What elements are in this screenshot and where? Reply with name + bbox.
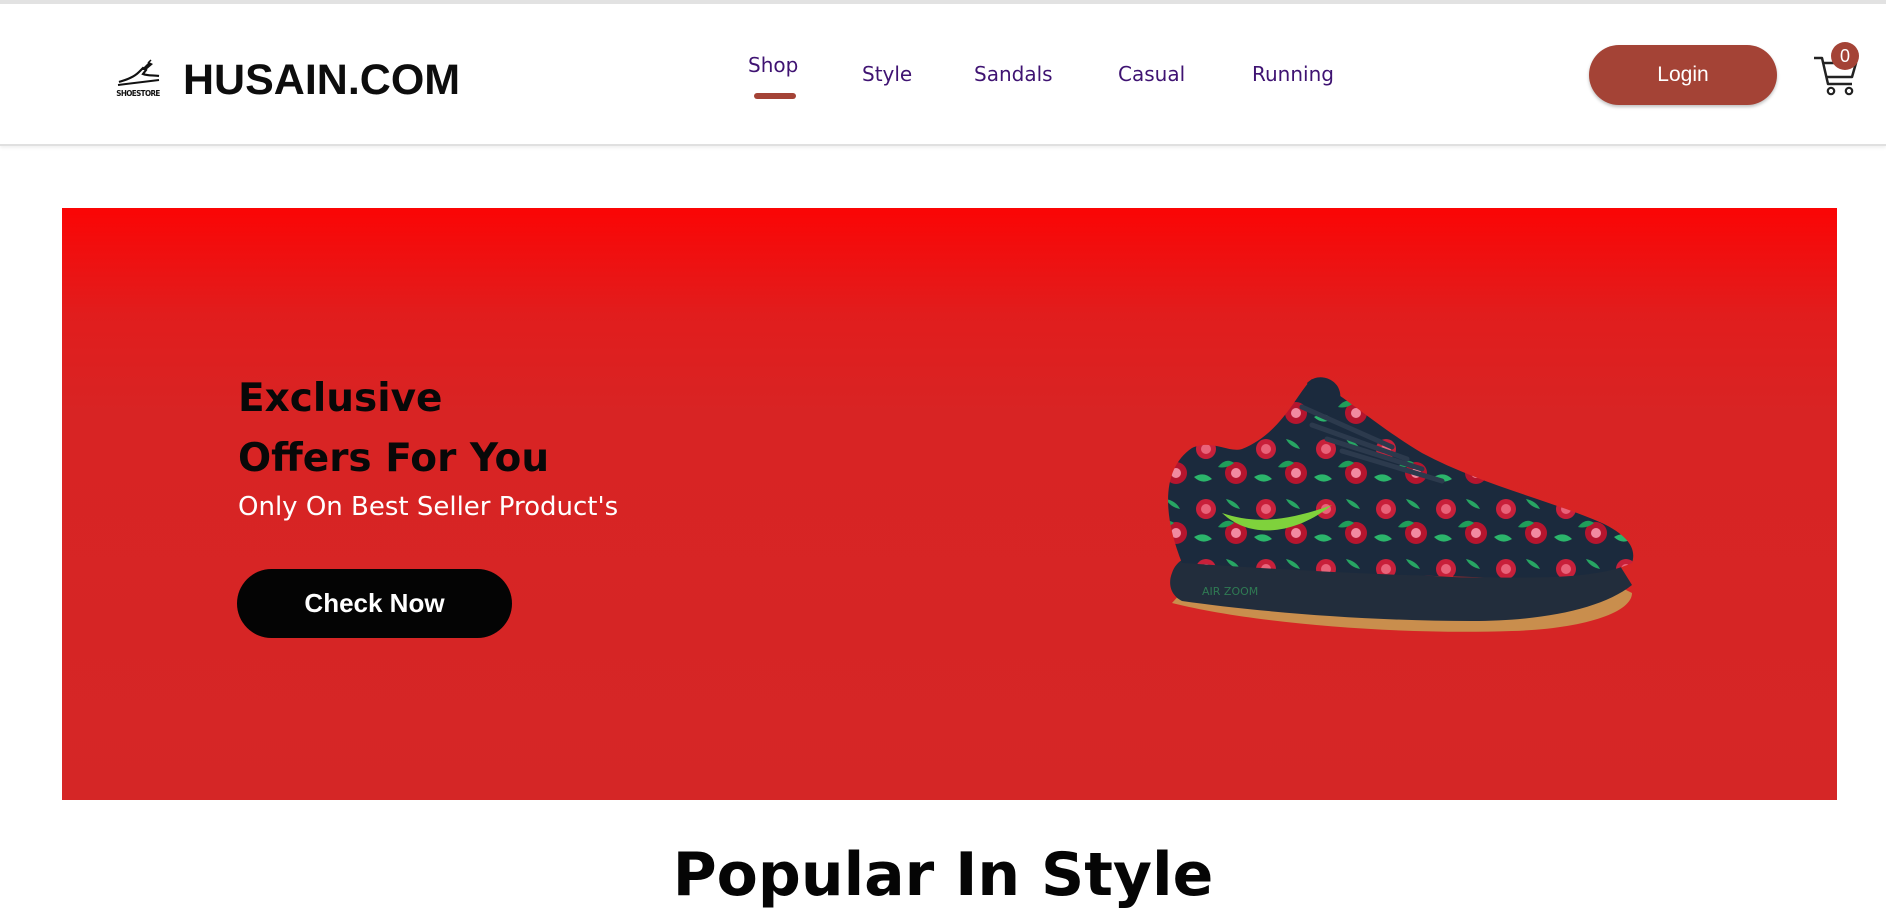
hero-banner: Exclusive Offers For You Only On Best Se… bbox=[62, 208, 1837, 800]
nav-casual[interactable]: Casual bbox=[1118, 62, 1185, 86]
section-title: Popular In Style bbox=[672, 840, 1214, 910]
nav-active-indicator bbox=[754, 93, 796, 99]
hero-title-line1: Exclusive bbox=[238, 376, 443, 421]
brand-name[interactable]: HUSAIN.COM bbox=[183, 56, 460, 105]
svg-text:AIR ZOOM: AIR ZOOM bbox=[1202, 585, 1258, 598]
shoe-logo-icon: SHOESTORE bbox=[115, 58, 161, 102]
brand[interactable]: SHOESTORE HUSAIN.COM bbox=[115, 52, 460, 108]
site-header: SHOESTORE HUSAIN.COM Shop Style Sandals … bbox=[0, 4, 1886, 146]
check-now-button[interactable]: Check Now bbox=[237, 569, 512, 638]
cart-count-badge: 0 bbox=[1831, 42, 1859, 70]
logo-text: SHOESTORE bbox=[116, 89, 160, 98]
nav-style[interactable]: Style bbox=[862, 62, 912, 86]
nav-shop[interactable]: Shop bbox=[748, 53, 798, 77]
hero-subtitle: Only On Best Seller Product's bbox=[238, 492, 619, 522]
sneaker-product-image: AIR ZOOM bbox=[1132, 373, 1652, 663]
nav-sandals[interactable]: Sandals bbox=[974, 62, 1053, 86]
nav-running[interactable]: Running bbox=[1252, 62, 1334, 86]
login-button[interactable]: Login bbox=[1589, 45, 1777, 105]
hero-title-line2: Offers For You bbox=[238, 436, 550, 481]
